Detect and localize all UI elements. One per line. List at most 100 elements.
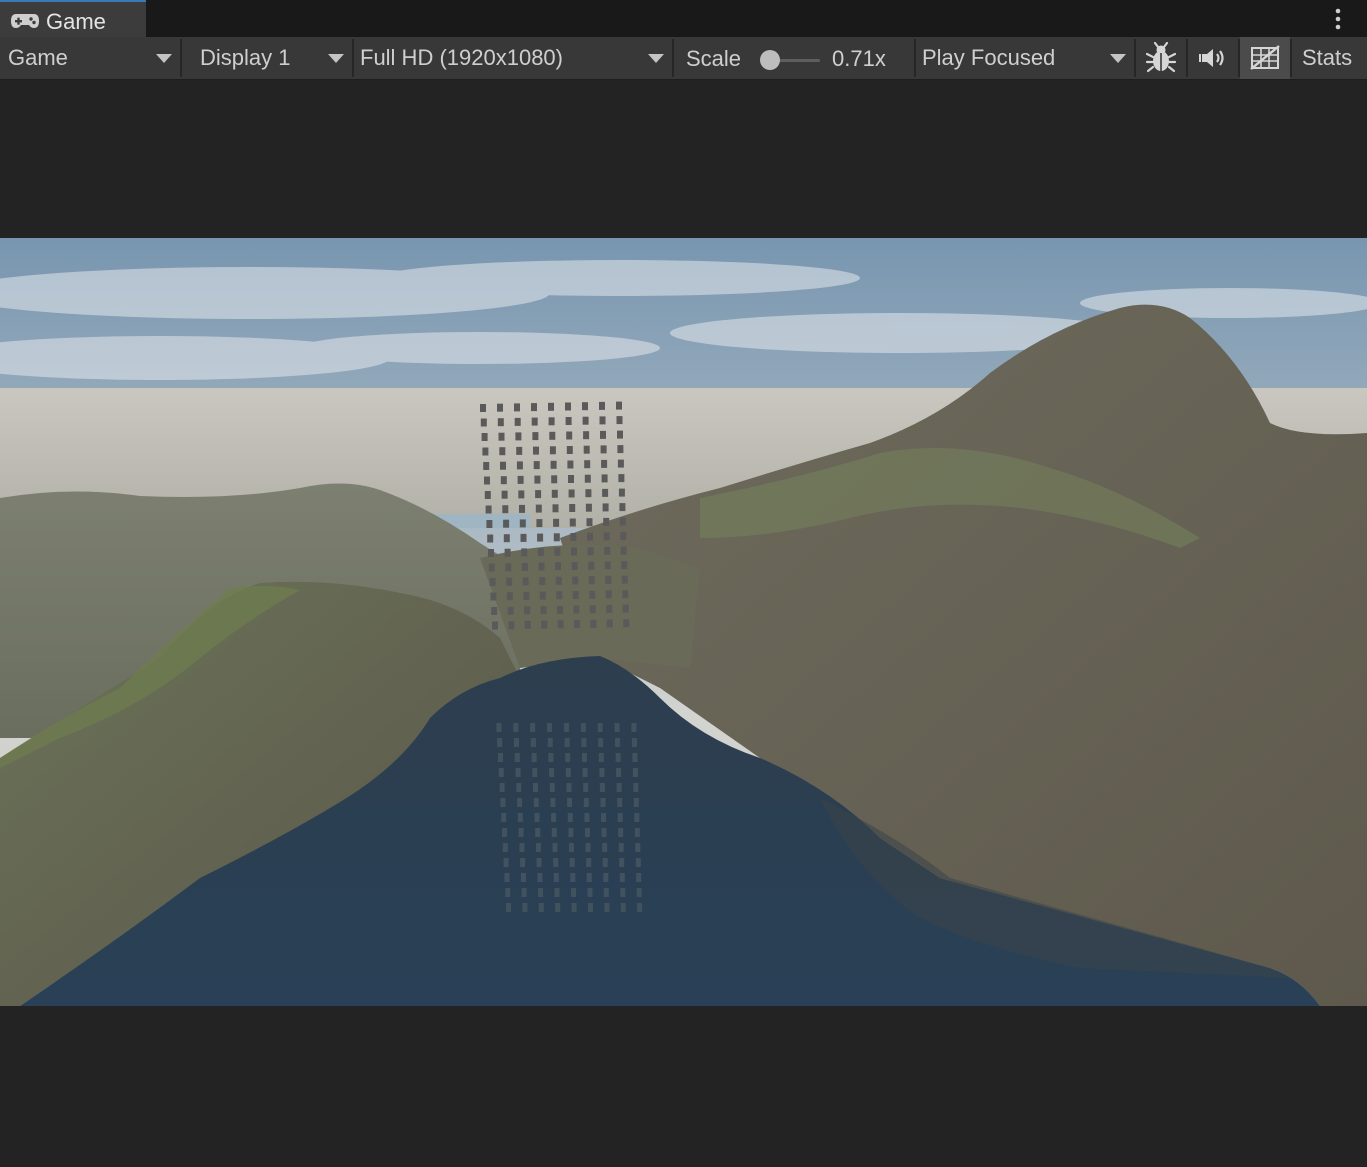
stats-button[interactable]: Stats [1292,37,1367,79]
debug-toggle-button[interactable] [1136,37,1186,79]
cube-reflection [633,798,639,807]
cube-reflection [505,888,511,897]
cube [604,561,611,570]
cube-reflection [599,783,605,792]
cube-reflection [501,813,507,822]
cube [549,431,556,440]
cube-reflection [618,828,624,837]
cube-reflection [580,723,586,732]
cube [518,490,525,499]
cube-reflection [520,873,526,882]
cube-reflection [600,798,606,807]
cube-reflection [515,768,521,777]
view-dropdown[interactable]: Game [0,37,180,79]
kebab-menu-icon[interactable] [1328,6,1348,32]
cube-reflection [617,798,623,807]
cube-reflection [530,738,536,747]
gizmos-grid-icon [1250,45,1280,70]
cube-reflection [586,873,592,882]
scale-control: Scale 0.71x [674,37,914,79]
cube-reflection [498,753,503,762]
cube [587,547,594,556]
cube-reflection [581,738,587,747]
cube [589,605,596,614]
cube [500,461,506,470]
play-mode-dropdown-label: Play Focused [922,45,1056,70]
cube [516,461,523,470]
cube [533,446,539,455]
cube-reflection [616,768,622,777]
chevron-down-icon [648,54,664,63]
cube [619,503,626,512]
cube [531,417,538,426]
cube [532,432,539,441]
cube [601,459,608,468]
cube [519,504,525,513]
cube-reflection [635,843,641,852]
cube [504,548,511,557]
cube [584,474,591,483]
cube [618,474,625,483]
cube [538,562,545,571]
cube-reflection [538,903,544,912]
cube-reflection [634,828,640,837]
play-mode-dropdown[interactable]: Play Focused [916,37,1134,79]
cube-reflection [506,903,511,912]
cube [557,620,564,629]
cube-reflection [599,768,605,777]
cube [549,446,556,455]
cube [571,562,578,570]
cube [584,460,591,469]
cube-reflection [531,753,537,762]
resolution-dropdown-label: Full HD (1920x1080) [360,45,563,70]
cube [603,532,610,541]
game-render[interactable] [0,238,1367,1006]
cube [566,431,573,440]
scale-slider-knob[interactable] [760,50,780,70]
cube-reflection [571,888,576,897]
resolution-dropdown[interactable]: Full HD (1920x1080) [354,37,672,79]
cube [514,417,521,426]
cube-reflection [633,783,639,792]
cube [505,563,512,572]
cube [533,461,540,470]
stats-label: Stats [1302,45,1353,70]
cube-reflection [522,903,528,912]
cube-reflection [568,828,574,837]
cube-reflection [598,753,604,762]
cube-reflection [547,738,553,747]
cube [522,577,529,586]
cube [618,488,625,497]
display-dropdown[interactable]: Display 1 [182,37,352,79]
cube [480,404,486,412]
tab-game[interactable]: Game [0,0,146,37]
cube-reflection [582,768,588,777]
cube-reflection [567,798,573,807]
cube [488,563,495,572]
cube-reflection [566,783,572,792]
bug-icon [1145,42,1177,73]
cube [548,417,555,426]
cube [622,590,629,599]
cube [498,432,505,441]
cube [535,504,542,513]
cube-reflection [632,768,638,777]
gizmos-toggle-button[interactable] [1240,37,1290,79]
tab-label: Game [46,9,106,34]
cube-reflection [567,813,573,822]
cube-reflection [530,723,536,732]
cube-reflection [500,798,506,807]
cube [503,519,510,528]
cube-reflection [516,783,522,792]
cube [535,490,542,499]
cube-reflection [535,843,541,852]
cube [492,621,498,630]
cube [488,549,494,557]
cube-reflection [521,888,527,897]
cube [619,517,626,526]
mute-audio-button[interactable] [1188,37,1238,79]
view-dropdown-label: Game [8,45,68,70]
cube-reflection [585,843,591,852]
cube [550,460,557,469]
cube-reflection [551,828,557,837]
